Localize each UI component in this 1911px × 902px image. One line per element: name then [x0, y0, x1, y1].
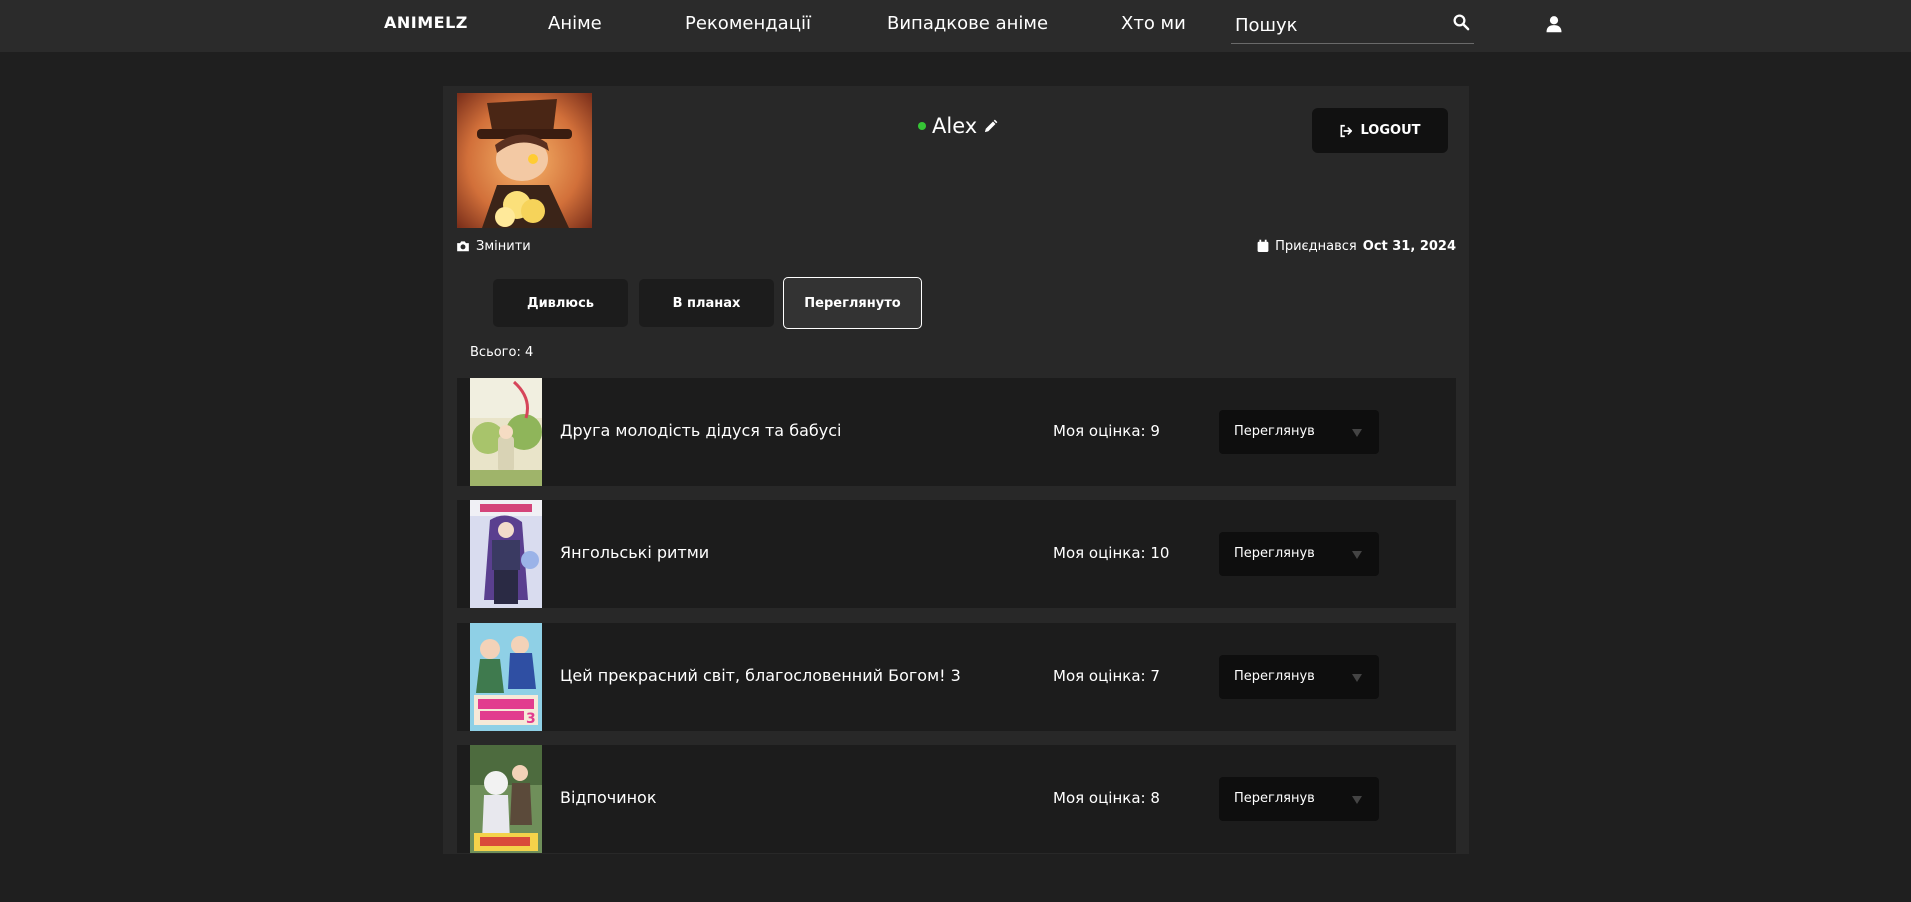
list-item[interactable]: Друга молодість дідуся та бабусі Моя оці…: [457, 378, 1456, 486]
avatar-image: [457, 93, 592, 228]
anime-poster[interactable]: [470, 745, 542, 853]
my-rating: Моя оцінка: 7: [1053, 667, 1160, 685]
list-item[interactable]: 3 Цей прекрасний світ, благословенний Бо…: [457, 623, 1456, 731]
status-value: Переглянув: [1234, 424, 1315, 439]
change-photo-label: Змінити: [476, 238, 531, 254]
status-value: Переглянув: [1234, 791, 1315, 806]
list-item[interactable]: Янгольські ритми Моя оцінка: 10 Переглян…: [457, 500, 1456, 608]
pencil-icon[interactable]: [983, 119, 998, 134]
online-status-dot: [918, 122, 926, 130]
chevron-down-icon: [1352, 674, 1362, 682]
change-photo-button[interactable]: Змінити: [456, 237, 531, 255]
calendar-icon: [1257, 239, 1269, 252]
status-value: Переглянув: [1234, 546, 1315, 561]
status-select[interactable]: Переглянув: [1219, 532, 1379, 576]
logout-label: LOGOUT: [1360, 123, 1421, 138]
nav-link-random-anime[interactable]: Випадкове аніме: [887, 13, 1048, 34]
tab-watched[interactable]: Переглянуто: [783, 277, 922, 329]
my-rating: Моя оцінка: 8: [1053, 789, 1160, 807]
chevron-down-icon: [1352, 429, 1362, 437]
nav-link-about-us[interactable]: Хто ми: [1121, 13, 1186, 34]
my-rating: Моя оцінка: 10: [1053, 544, 1170, 562]
status-value: Переглянув: [1234, 669, 1315, 684]
user-icon[interactable]: [1545, 15, 1563, 33]
my-rating: Моя оцінка: 9: [1053, 422, 1160, 440]
logout-button[interactable]: LOGOUT: [1312, 108, 1448, 153]
total-count: Всього: 4: [470, 345, 534, 360]
top-navbar: ANIMELZ Аніме Рекомендації Випадкове ані…: [0, 0, 1911, 52]
chevron-down-icon: [1352, 796, 1362, 804]
nav-link-anime[interactable]: Аніме: [548, 13, 602, 34]
status-select[interactable]: Переглянув: [1219, 777, 1379, 821]
status-select[interactable]: Переглянув: [1219, 655, 1379, 699]
joined-date: Oct 31, 2024: [1362, 238, 1456, 254]
nav-link-recommendations[interactable]: Рекомендації: [685, 13, 811, 34]
anime-poster[interactable]: [470, 378, 542, 486]
anime-title[interactable]: Друга молодість дідуся та бабусі: [560, 421, 841, 440]
camera-icon: [457, 241, 469, 252]
avatar: [457, 93, 592, 228]
joined-label: Приєднався: [1275, 238, 1357, 254]
anime-title[interactable]: Янгольські ритми: [560, 543, 709, 562]
search-icon[interactable]: [1452, 13, 1470, 31]
anime-title[interactable]: Відпочинок: [560, 788, 657, 807]
logout-icon: [1341, 124, 1353, 137]
svg-text:3: 3: [526, 711, 536, 727]
username: Alex: [932, 114, 978, 138]
anime-poster[interactable]: 3: [470, 623, 542, 731]
list-item[interactable]: Відпочинок Моя оцінка: 8 Переглянув: [457, 745, 1456, 853]
search-input[interactable]: [1235, 12, 1435, 38]
status-select[interactable]: Переглянув: [1219, 410, 1379, 454]
chevron-down-icon: [1352, 551, 1362, 559]
anime-title[interactable]: Цей прекрасний світ, благословенний Бого…: [560, 666, 961, 685]
site-logo[interactable]: ANIMELZ: [384, 13, 468, 32]
tab-planned[interactable]: В планах: [639, 279, 774, 327]
username-row: Alex: [918, 112, 998, 140]
anime-poster[interactable]: [470, 500, 542, 608]
tab-watching[interactable]: Дивлюсь: [493, 279, 628, 327]
joined-info: Приєднався Oct 31, 2024: [1257, 237, 1456, 255]
search-box: [1231, 8, 1474, 44]
